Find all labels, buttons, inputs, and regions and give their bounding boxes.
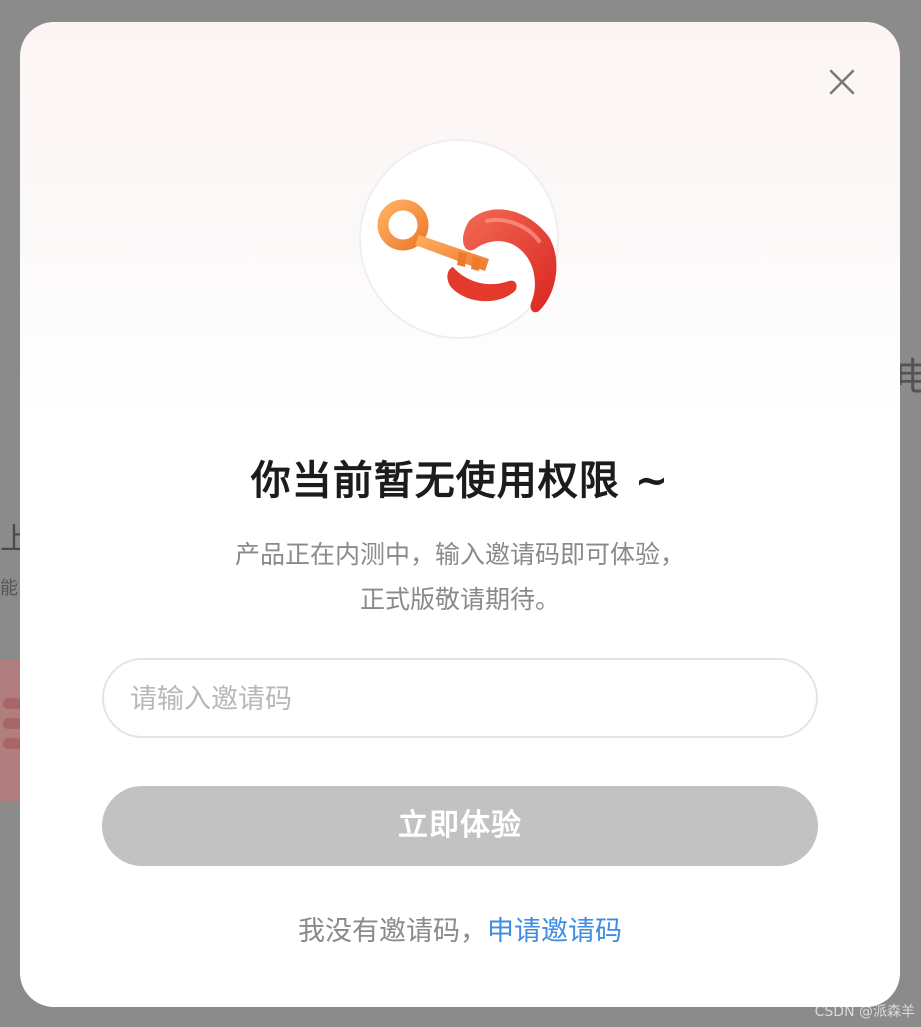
no-invite-code-row: 我没有邀请码，申请邀请码 [20, 909, 900, 948]
key-in-claw-icon [377, 199, 557, 313]
invite-code-field[interactable] [102, 658, 818, 738]
dialog-description: 产品正在内测中，输入邀请码即可体验， 正式版敬请期待。 [20, 532, 900, 622]
description-line-2: 正式版敬请期待。 [359, 585, 560, 614]
apply-invite-code-link[interactable]: 申请邀请码 [487, 916, 622, 947]
invite-code-input[interactable] [128, 660, 792, 738]
try-now-button[interactable]: 立即体验 [102, 786, 818, 866]
background-card [0, 660, 22, 802]
logo-badge [361, 141, 557, 337]
background-page-text: 能 [0, 578, 18, 599]
close-icon [829, 69, 855, 95]
description-line-1: 产品正在内测中，输入邀请码即可体验， [234, 540, 685, 569]
no-invite-code-text: 我没有邀请码， [298, 916, 487, 947]
close-button[interactable] [826, 66, 858, 98]
access-denied-dialog: 你当前暂无使用权限 ~ 产品正在内测中，输入邀请码即可体验， 正式版敬请期待。 … [20, 22, 900, 1007]
dialog-title: 你当前暂无使用权限 ~ [250, 458, 670, 504]
